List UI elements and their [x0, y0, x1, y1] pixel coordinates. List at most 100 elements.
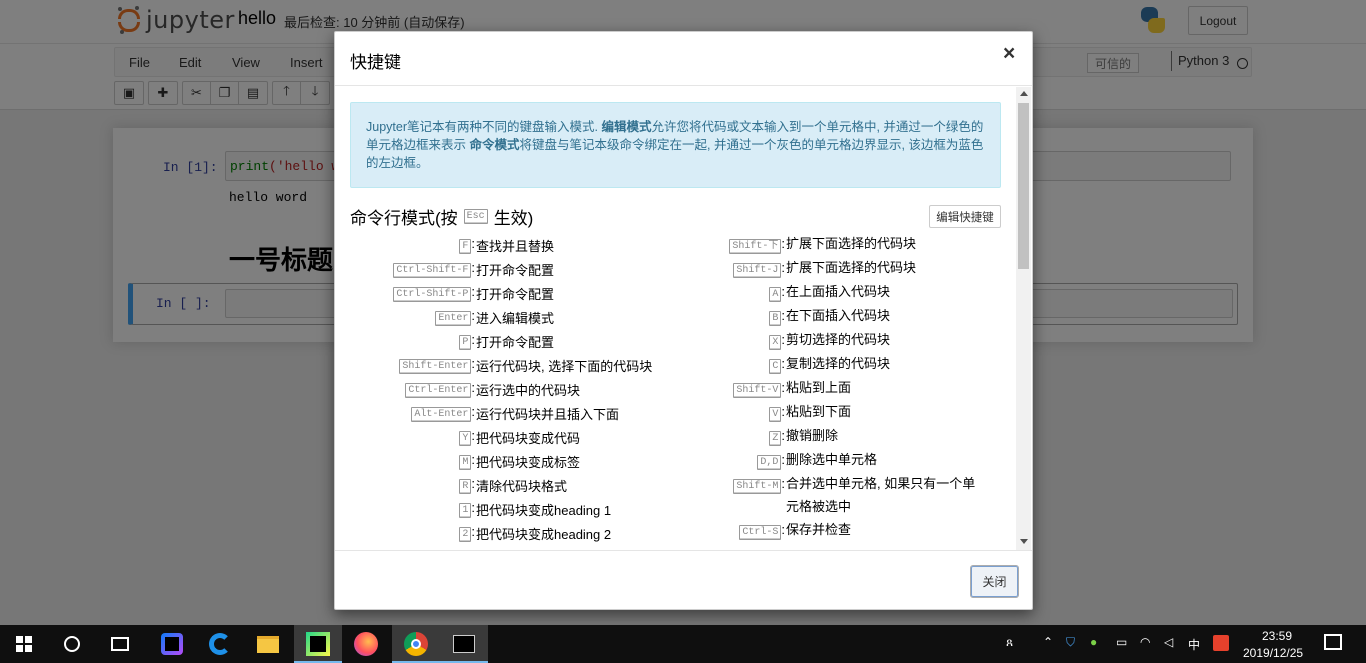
shortcut-row: Z: 撤销删除: [685, 424, 1005, 448]
cortana-icon: [64, 636, 80, 652]
alert-edit-mode: 编辑模式: [601, 120, 652, 134]
section-title: 命令行模式(按 Esc 生效): [350, 204, 533, 229]
shortcut-description: 在下面插入代码块: [786, 308, 891, 323]
shortcut-description: 扩展下面选择的代码块: [786, 236, 917, 251]
shortcut-row: M: 把代码块变成标签: [350, 448, 680, 472]
shortcut-row: 2: 把代码块变成heading 2: [350, 520, 680, 544]
shortcut-key: R: [459, 479, 472, 494]
shortcut-keys: Ctrl-Shift-F:: [350, 260, 475, 278]
shortcut-key: D,D: [757, 455, 782, 470]
windows-taskbar: ጸ ⌃ ⛉ ● ▭ ◠ ◁ 中 23:59 2019/12/25: [0, 625, 1366, 663]
security-icon[interactable]: ⛉: [1066, 635, 1075, 650]
edit-shortcuts-button[interactable]: 编辑快捷键: [929, 205, 1001, 228]
shortcut-key: Shift-J: [733, 263, 782, 278]
ime-indicator[interactable]: 中: [1188, 636, 1200, 653]
cortana-button[interactable]: [48, 625, 96, 663]
notifications-icon[interactable]: [1324, 634, 1342, 650]
shortcut-row: V: 粘贴到下面: [685, 400, 1005, 424]
show-hidden-icons-icon[interactable]: ⌃: [1043, 635, 1053, 649]
shortcut-description: 复制选择的代码块: [786, 356, 891, 371]
shortcut-row: F: 查找并且替换: [350, 232, 680, 256]
wechat-icon[interactable]: ●: [1090, 635, 1097, 649]
info-alert: Jupyter笔记本有两种不同的键盘输入模式. 编辑模式允许您将代码或文本输入到…: [350, 102, 1001, 188]
dialog-title: 快捷键: [350, 53, 401, 72]
shortcut-key: B: [769, 311, 782, 326]
section-title-text: 命令行模式(按: [350, 209, 458, 228]
pycharm-app[interactable]: [294, 625, 342, 663]
shortcut-description: 清除代码块格式: [476, 479, 568, 494]
clock-time[interactable]: 23:59: [1262, 629, 1292, 643]
dialog-scrollbar[interactable]: [1016, 87, 1031, 550]
terminal-app[interactable]: [440, 625, 488, 663]
shortcut-keys: Ctrl-S:: [685, 522, 785, 540]
shortcut-keys: Ctrl-Enter:: [350, 380, 475, 398]
close-button[interactable]: 关闭: [970, 565, 1019, 598]
shortcut-keys: M:: [350, 452, 475, 470]
shortcut-keys: Shift-Enter:: [350, 356, 475, 374]
chrome-app[interactable]: [392, 625, 440, 663]
clock-date[interactable]: 2019/12/25: [1243, 646, 1303, 660]
shortcut-keys: V:: [685, 404, 785, 422]
shortcut-key: Alt-Enter: [411, 407, 472, 422]
shortcut-row: Ctrl-Enter: 运行选中的代码块: [350, 376, 680, 400]
task-view-icon: [111, 637, 129, 651]
scroll-thumb[interactable]: [1018, 103, 1029, 269]
shortcut-description: 运行代码块并且插入下面: [476, 407, 620, 422]
shortcut-row: X: 剪切选择的代码块: [685, 328, 1005, 352]
esc-key: Esc: [463, 209, 488, 224]
task-view-button[interactable]: [96, 625, 144, 663]
firefox-app[interactable]: [342, 625, 390, 663]
shortcut-keys: A:: [685, 284, 785, 302]
shortcut-key: Ctrl-Shift-F: [393, 263, 472, 278]
file-explorer-app[interactable]: [244, 625, 292, 663]
shortcut-keys: Y:: [350, 428, 475, 446]
dialog-header: 快捷键 ×: [335, 32, 1032, 86]
shortcut-keys: P:: [350, 332, 475, 350]
shortcut-keys: Shift-M:: [685, 476, 785, 494]
shortcut-key: C: [769, 359, 782, 374]
start-button[interactable]: [0, 625, 48, 663]
shortcut-row: Ctrl-Shift-F: 打开命令配置: [350, 256, 680, 280]
battery-icon[interactable]: ▭: [1116, 635, 1127, 649]
shortcut-description: 合并选中单元格, 如果只有一个单元格被选中: [786, 476, 976, 514]
shortcut-keys: Enter:: [350, 308, 475, 326]
shortcut-row: P: 打开命令配置: [350, 328, 680, 352]
shortcut-row: B: 在下面插入代码块: [685, 304, 1005, 328]
shortcut-keys: Shift-J:: [685, 260, 785, 278]
shortcut-key: Ctrl-Enter: [405, 383, 472, 398]
scroll-up-icon[interactable]: [1020, 91, 1028, 96]
shortcut-row: Y: 把代码块变成代码: [350, 424, 680, 448]
shortcut-keys: 1:: [350, 500, 475, 518]
people-icon[interactable]: ጸ: [1006, 635, 1013, 650]
shortcut-keys: Z:: [685, 428, 785, 446]
goland-app[interactable]: [148, 625, 196, 663]
shortcut-row: Shift-V: 粘贴到上面: [685, 376, 1005, 400]
right-shortcut-list: Shift-下: 扩展下面选择的代码块 Shift-J: 扩展下面选择的代码块 A: 在上…: [685, 232, 1005, 542]
edge-icon: [209, 633, 231, 655]
shortcut-key: Z: [769, 431, 782, 446]
close-icon[interactable]: ×: [1003, 43, 1015, 64]
firefox-icon: [354, 632, 378, 656]
shortcut-description: 把代码块变成heading 2: [476, 527, 612, 542]
shortcut-row: Shift-Enter: 运行代码块, 选择下面的代码块: [350, 352, 680, 376]
shortcut-key: Ctrl-S: [739, 525, 782, 540]
shortcut-description: 打开命令配置: [476, 263, 555, 278]
scroll-down-icon[interactable]: [1020, 539, 1028, 544]
shortcut-keys: C:: [685, 356, 785, 374]
volume-icon[interactable]: ◁: [1164, 635, 1173, 649]
shortcut-key: Ctrl-Shift-P: [393, 287, 472, 302]
shortcut-key: Shift-Enter: [399, 359, 472, 374]
wifi-icon[interactable]: ◠: [1140, 635, 1150, 649]
left-shortcut-list: F: 查找并且替换 Ctrl-Shift-F: 打开命令配置 Ctrl-Shift-P:…: [350, 232, 680, 544]
alert-command-mode: 命令模式: [469, 138, 520, 152]
shortcut-description: 剪切选择的代码块: [786, 332, 891, 347]
shortcut-row: Enter: 进入编辑模式: [350, 304, 680, 328]
pycharm-icon: [306, 632, 330, 656]
shortcut-keys: X:: [685, 332, 785, 350]
dialog-footer: 关闭: [335, 550, 1032, 609]
edge-app[interactable]: [196, 625, 244, 663]
sogou-ime-icon[interactable]: [1213, 635, 1229, 651]
goland-icon: [161, 633, 183, 655]
shortcut-description: 删除选中单元格: [786, 452, 878, 467]
folder-icon: [257, 635, 279, 653]
